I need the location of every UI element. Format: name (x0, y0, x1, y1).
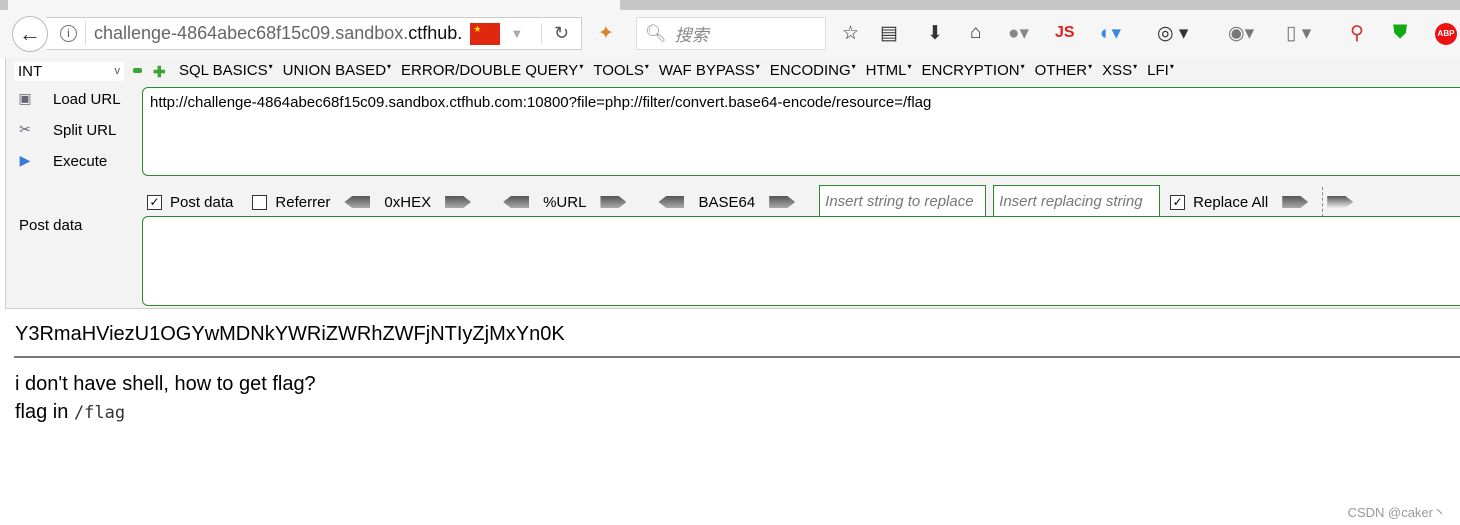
firebug-icon[interactable]: ✦ (598, 22, 614, 45)
menu-sql-basics[interactable]: SQL BASICS (179, 62, 273, 79)
post-data-textarea[interactable] (142, 216, 1460, 306)
hex-decode-arrow-icon[interactable] (344, 196, 371, 208)
search-icon: 🔍︎ (645, 23, 667, 43)
menu-encoding[interactable]: ENCODING (770, 62, 856, 79)
base64-encode-arrow-icon[interactable] (769, 196, 796, 208)
menu-html[interactable]: HTML (866, 62, 912, 79)
load-icon: ▣ (18, 90, 32, 106)
play-icon: ▶ (19, 152, 31, 168)
dropdown-icon[interactable]: ▼ (510, 26, 523, 41)
menu-error-double-query[interactable]: ERROR/DOUBLE QUERY (401, 62, 583, 79)
hex-encode-arrow-icon[interactable] (445, 196, 472, 208)
address-bar[interactable]: i challenge-4864abec68f15c09.sandbox. ctf… (46, 17, 582, 50)
hackbar-menu: SQL BASICS UNION BASED ERROR/DOUBLE QUER… (179, 62, 1184, 79)
post-data-label: Post data (19, 217, 83, 234)
download-icon[interactable]: ⬇ (927, 22, 943, 45)
abp-icon[interactable]: ABP (1435, 23, 1457, 45)
replacing-string-input[interactable]: Insert replacing string (993, 185, 1161, 219)
menu-xss[interactable]: XSS (1102, 62, 1137, 79)
type-select[interactable]: INT v (14, 62, 124, 81)
divider (14, 356, 1460, 358)
search-h-icon[interactable]: ⚲ (1350, 22, 1364, 45)
cookie-icon[interactable]: ◎ ▾ (1157, 22, 1188, 45)
proxy-icon[interactable]: ◉▾ (1228, 22, 1254, 45)
menu-lfi[interactable]: LFI (1147, 62, 1174, 79)
reload-icon[interactable]: ↻ (541, 23, 581, 44)
referrer-checkbox[interactable] (252, 194, 268, 210)
options-row: ✓ Post data Referrer 0xHEX %URL BASE64 In… (147, 185, 1367, 219)
load-url-button[interactable]: ▣ Load URL (14, 90, 120, 108)
plus-icon[interactable]: ✚ (153, 63, 166, 81)
split-url-button[interactable]: ✂ Split URL (14, 121, 116, 139)
url-textarea[interactable]: http://challenge-4864abec68f15c09.sandbo… (142, 87, 1460, 176)
execute-button[interactable]: ▶ Execute (14, 152, 108, 170)
reading-list-icon[interactable]: ▤ (880, 22, 898, 45)
shield-w-icon[interactable]: ⛊ (1393, 22, 1407, 44)
back-button[interactable]: ← (12, 16, 48, 52)
js-icon[interactable]: JS (1055, 24, 1075, 42)
replace-next-arrow-icon[interactable] (1327, 196, 1354, 208)
star-icon[interactable]: ☆ (842, 22, 859, 45)
info-icon[interactable]: i (60, 25, 77, 42)
home-icon[interactable]: ⌂ (970, 22, 981, 44)
menu-other[interactable]: OTHER (1035, 62, 1093, 79)
url-encode-arrow-icon[interactable] (600, 196, 627, 208)
minus-icon[interactable] (133, 68, 142, 73)
base64-decode-arrow-icon[interactable] (658, 196, 685, 208)
post-data-checkbox[interactable]: ✓ (147, 194, 162, 210)
chevron-down-icon: v (114, 65, 121, 77)
message-line: i don't have shell, how to get flag? (15, 373, 316, 395)
url-domain: ctfhub. (408, 23, 463, 43)
china-flag-icon (470, 22, 501, 45)
menu-union-based[interactable]: UNION BASED (283, 62, 391, 79)
menu-tools[interactable]: TOOLS (593, 62, 649, 79)
tabs-icon[interactable]: ▯ ▾ (1286, 22, 1311, 45)
globe-icon[interactable]: ●▾ (1008, 22, 1029, 45)
flag-hint: flag in /flag (15, 401, 126, 423)
search-input[interactable]: 🔍︎ 搜索 (636, 17, 826, 50)
menu-waf-bypass[interactable]: WAF BYPASS (659, 62, 760, 79)
replace-arrow-icon[interactable] (1282, 196, 1309, 208)
url-decode-arrow-icon[interactable] (503, 196, 530, 208)
replace-all-checkbox[interactable]: ✓ (1170, 194, 1186, 210)
watermark: CSDN @caker丶 (1347, 505, 1446, 520)
output-text: Y3RmaHViezU1OGYwMDNkYWRiZWRhZWFjNTIyZjMx… (15, 323, 565, 345)
menu-encryption[interactable]: ENCRYPTION (922, 62, 1025, 79)
replace-string-input[interactable]: Insert string to replace (819, 185, 987, 219)
url-text: challenge-4864abec68f15c09.sandbox. (94, 23, 409, 43)
colorzilla-icon[interactable]: ◐▾ (1100, 22, 1121, 45)
scissors-icon: ✂ (19, 121, 31, 137)
